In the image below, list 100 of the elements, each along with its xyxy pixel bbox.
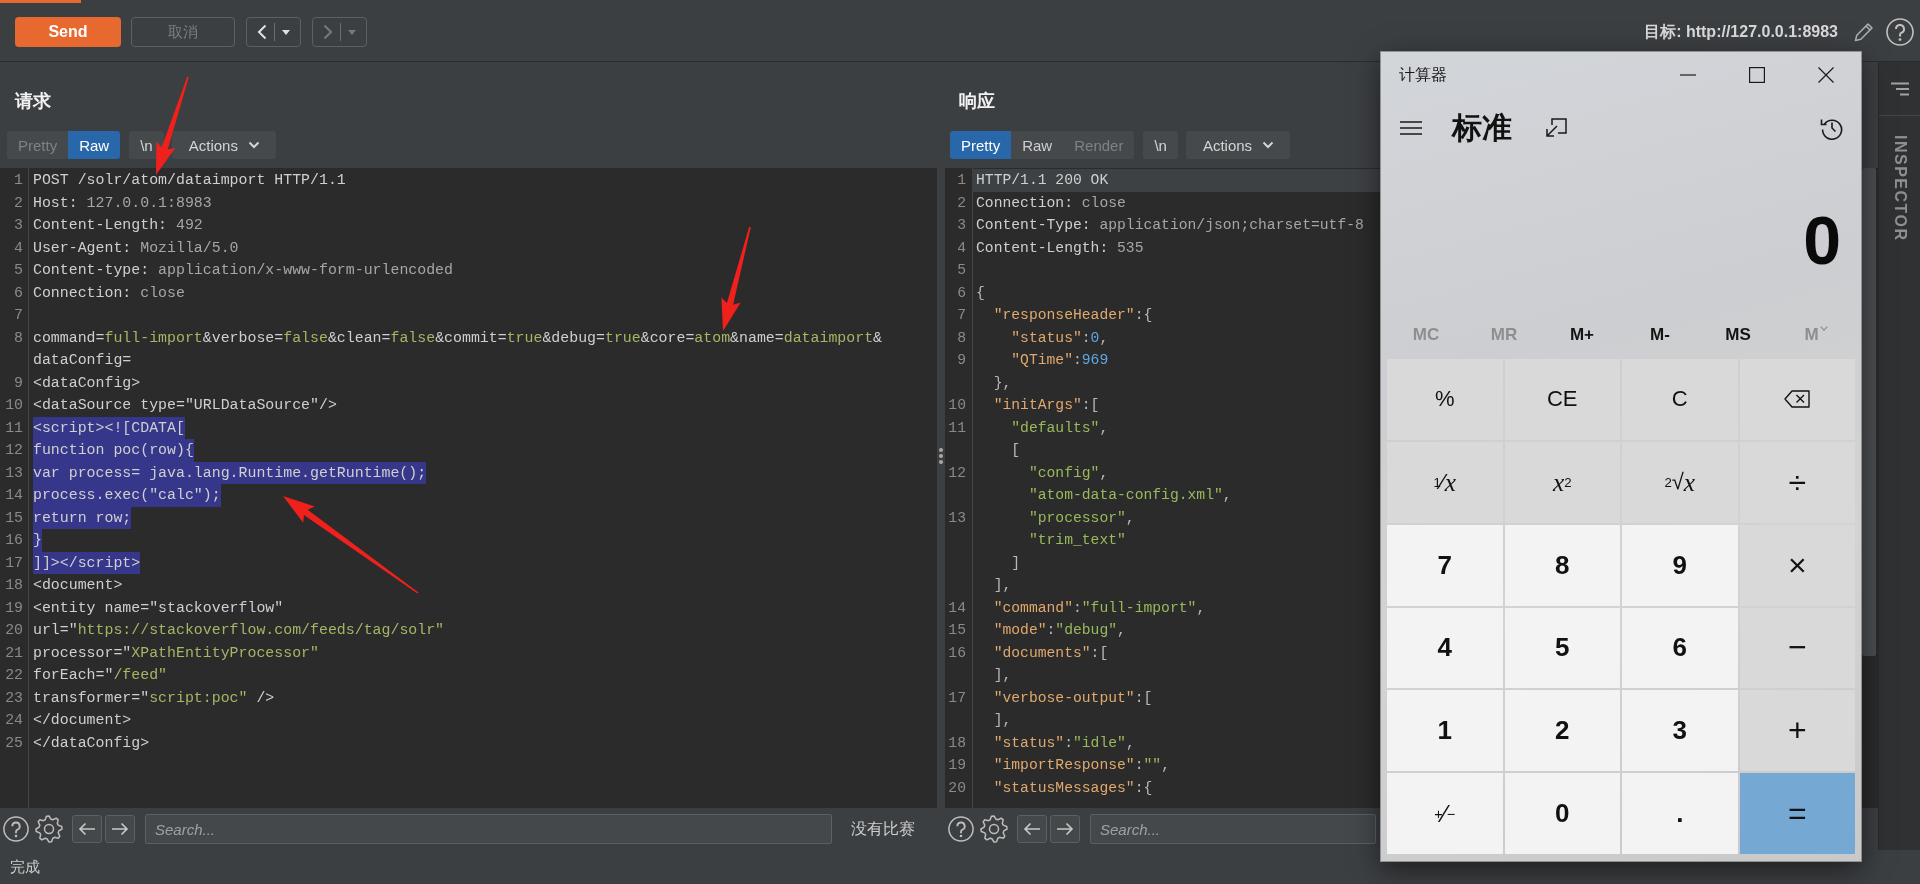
view-tab[interactable]: Raw (68, 131, 121, 159)
code-line: Connection: close (33, 283, 185, 303)
actions-button[interactable]: Actions (171, 131, 276, 159)
code-line: Connection: close (976, 193, 1126, 213)
digit-key[interactable]: 3 (1622, 690, 1738, 772)
digit-key[interactable]: 9 (1622, 524, 1738, 606)
memory-button[interactable]: MS (1699, 315, 1777, 355)
function-key[interactable]: $^{1}$⁄x (1387, 441, 1503, 523)
search-field[interactable]: Search... (1090, 814, 1376, 844)
function-key[interactable]: $^{2}$√x (1622, 441, 1738, 523)
next-match-button[interactable] (105, 815, 135, 843)
operator-key[interactable]: × (1739, 524, 1855, 606)
inspector-tab[interactable]: INSPECTOR (1890, 135, 1909, 242)
previous-match-button[interactable] (72, 815, 102, 843)
chevron-down-icon (1262, 141, 1275, 149)
help-icon[interactable] (948, 816, 974, 842)
digit-key[interactable]: 6 (1622, 607, 1738, 689)
line-number: 7 (957, 307, 966, 323)
line-number: 6 (14, 284, 23, 301)
mode-title: 标准 (1452, 109, 1512, 146)
digit-key[interactable]: . (1622, 773, 1738, 854)
line-number: 2 (957, 194, 966, 211)
digit-key[interactable]: 8 (1504, 524, 1620, 606)
line-number: 15 (948, 622, 966, 638)
code-line: url="https://stackoverflow.com/feeds/tag/solr" (33, 621, 445, 640)
line-number: 14 (5, 487, 23, 503)
function-key[interactable]: x$^{2}$ (1504, 441, 1620, 523)
line-number: 19 (5, 599, 23, 616)
arrow-left-icon (78, 822, 96, 836)
code-line: "defaults", (1011, 418, 1109, 438)
pencil-icon[interactable] (1852, 20, 1876, 44)
line-number: 5 (14, 262, 23, 278)
settings-icon[interactable] (980, 815, 1008, 843)
digit-key[interactable]: 2 (1504, 690, 1620, 772)
code-line: Content-Length: 535 (976, 238, 1144, 258)
view-tab[interactable]: Raw (1011, 131, 1064, 159)
chevron-right-icon (323, 24, 333, 40)
close-icon (1817, 67, 1834, 83)
minimize-icon (1679, 74, 1696, 76)
code-line: command=full-import&verbose=false&clean=false&commit=true&debug=true&core=atom&name=dataimport& (33, 328, 883, 348)
line-number: 10 (5, 397, 23, 413)
menu-icon[interactable] (1890, 81, 1909, 96)
view-tab[interactable]: Pretty (950, 131, 1012, 159)
function-key[interactable]: C (1622, 359, 1738, 440)
code-line: [ (1011, 441, 1021, 460)
line-number: 8 (14, 329, 23, 346)
code-line: <entity name="stackoverflow" (33, 598, 284, 618)
function-key[interactable]: CE (1504, 359, 1620, 440)
caret-icon (1819, 326, 1828, 331)
help-icon[interactable] (3, 816, 29, 842)
code-line: User-Agent: Mozilla/5.0 (33, 238, 239, 258)
code-line: Content-type: application/x-www-form-urlencoded (33, 261, 453, 280)
backspace-icon (1784, 390, 1811, 409)
caret-icon (282, 29, 290, 35)
code-line: forEach="/feed" (33, 666, 168, 685)
search-field[interactable]: Search... (145, 814, 832, 844)
digit-key[interactable]: 1 (1387, 690, 1503, 772)
code-line: }, (993, 373, 1012, 393)
code-line: transformer="script:poc" /> (33, 688, 275, 708)
line-number: 19 (948, 757, 966, 773)
actions-button[interactable]: Actions (1185, 131, 1291, 159)
memory-button[interactable]: M+ (1543, 315, 1621, 355)
menu-icon (1400, 121, 1422, 135)
arrow-right-icon (111, 822, 129, 836)
settings-icon[interactable] (35, 815, 63, 843)
code-line: "atom-data-config.xml", (1028, 486, 1232, 505)
code-line: "trim_text" (1028, 531, 1126, 550)
previous-match-button[interactable] (1017, 815, 1047, 843)
digit-key[interactable]: 4 (1387, 607, 1503, 689)
operator-key[interactable]: + (1739, 690, 1855, 772)
line-number: 20 (5, 622, 23, 638)
line-number: 17 (948, 689, 966, 706)
digit-key[interactable]: 5 (1504, 607, 1620, 689)
line-number: 14 (948, 599, 966, 616)
newline-toggle-button[interactable]: \n (129, 131, 164, 159)
line-number: 2 (14, 194, 23, 211)
line-number: 25 (5, 734, 23, 751)
next-match-button[interactable] (1050, 815, 1080, 843)
chevron-down-icon (247, 141, 260, 149)
window-title: 计算器 (1399, 64, 1447, 85)
memory-button[interactable]: M- (1621, 315, 1699, 355)
newline-toggle-button[interactable]: \n (1143, 131, 1178, 159)
code-line: "verbose-output":[ (993, 688, 1153, 708)
line-number: 23 (5, 689, 23, 706)
function-key[interactable]: % (1387, 359, 1503, 440)
line-number: 1 (14, 172, 23, 188)
drag-handle-icon[interactable] (939, 448, 943, 464)
operator-key[interactable]: − (1739, 607, 1855, 689)
back-button[interactable] (246, 17, 301, 47)
code-line: "initArgs":[ (993, 396, 1100, 415)
digit-key[interactable]: 7 (1387, 524, 1503, 606)
line-number: 10 (948, 397, 966, 413)
equals-key[interactable]: = (1739, 773, 1855, 854)
code-line: "command":"full-import", (993, 598, 1206, 618)
operator-key[interactable]: ÷ (1739, 441, 1855, 523)
line-number: 17 (5, 554, 23, 571)
scrollbar-thumb[interactable] (1862, 168, 1876, 656)
help-icon[interactable] (1886, 18, 1914, 46)
digit-key[interactable]: 0 (1504, 773, 1620, 854)
code-line: "documents":[ (993, 643, 1109, 663)
